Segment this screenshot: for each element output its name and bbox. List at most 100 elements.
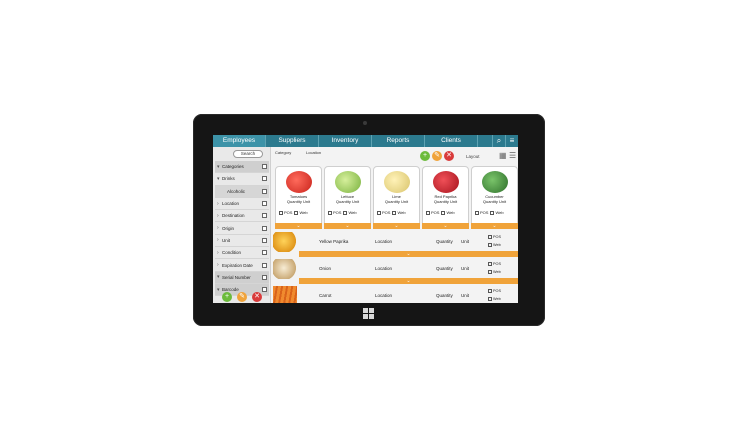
filter-label: Alcoholic (227, 188, 246, 194)
filter-label: Expiration Date (222, 262, 253, 268)
filter-label: Serial Number (222, 274, 251, 280)
filter-checkbox[interactable] (262, 188, 267, 194)
list-view-icon[interactable]: ☰ (509, 152, 517, 160)
pos-option[interactable]: POS (377, 210, 390, 215)
product-card[interactable]: Tomatoes Quantity Unit POS Web ⌄ (275, 166, 322, 229)
chevron-down-icon[interactable]: ⌄ (422, 223, 469, 229)
card-unit: Unit (302, 199, 311, 204)
tomatoes-image (286, 171, 312, 193)
menu-icon[interactable]: ≡ (505, 135, 518, 147)
filter-label: Categories (222, 164, 244, 170)
filter-unit[interactable]: › Unit (215, 235, 269, 248)
card-options: POS Web (328, 210, 357, 215)
list-item[interactable]: Onion Location Quantity Unit POS Web ⌄ (273, 259, 518, 285)
filter-location[interactable]: › Location (215, 198, 269, 211)
web-option[interactable]: Web (294, 210, 308, 215)
filter-checkbox[interactable] (262, 225, 267, 231)
row-quantity: Quantity (436, 239, 453, 244)
filter-categories[interactable]: ▾ Categories (215, 161, 269, 174)
card-quantity: Quantity (335, 199, 351, 204)
web-option[interactable]: Web (490, 210, 504, 215)
pos-option[interactable]: POS (475, 210, 488, 215)
card-qty-unit: Quantity Unit (276, 199, 321, 204)
filter-checkbox[interactable] (262, 213, 267, 219)
filter-checkbox[interactable] (262, 164, 267, 170)
card-quantity: Quantity (286, 199, 302, 204)
row-name: Carrot (319, 293, 332, 298)
pos-option[interactable]: POS (488, 233, 501, 241)
pos-option[interactable]: POS (488, 260, 501, 268)
web-option[interactable]: Web (343, 210, 357, 215)
filter-drinks[interactable]: ▾ Drinks (215, 173, 269, 186)
row-quantity: Quantity (436, 293, 453, 298)
filter-checkbox[interactable] (262, 201, 267, 207)
filter-alcoholic[interactable]: Alcoholic (215, 185, 269, 198)
cucumber-image (482, 171, 508, 193)
chevron-down-icon[interactable]: ⌄ (324, 223, 371, 229)
product-card[interactable]: Cucumber Quantity Unit POS Web ⌄ (471, 166, 518, 229)
filter-checkbox[interactable] (262, 250, 267, 256)
windows-logo-icon[interactable] (363, 308, 374, 319)
nav-clients[interactable]: Clients (425, 135, 478, 147)
chevron-down-icon[interactable]: ⌄ (275, 223, 322, 229)
card-options: POS Web (279, 210, 308, 215)
web-option[interactable]: Web (488, 241, 501, 249)
filter-checkbox[interactable] (262, 237, 267, 243)
filter-label: Condition (222, 250, 242, 256)
row-unit: Unit (461, 266, 470, 271)
grid-view-icon[interactable]: ▦ (499, 152, 507, 160)
nav-employees[interactable]: Employees (213, 135, 266, 147)
filter-destination[interactable]: › Destination (215, 210, 269, 223)
web-option[interactable]: Web (441, 210, 455, 215)
delete-icon[interactable]: ✕ (252, 291, 262, 302)
category-filter[interactable]: Category (275, 150, 291, 155)
edit-icon[interactable]: ✎ (237, 291, 247, 302)
chevron-down-icon[interactable]: ⌄ (299, 278, 518, 284)
product-card[interactable]: Lettuce Quantity Unit POS Web ⌄ (324, 166, 371, 229)
list-item[interactable]: Yellow Paprika Location Quantity Unit PO… (273, 232, 518, 258)
edit-button[interactable]: ✎ (432, 151, 442, 161)
product-card[interactable]: Red Paprika Quantity Unit POS Web ⌄ (422, 166, 469, 229)
pos-option[interactable]: POS (279, 210, 292, 215)
toolbar: Category Location + ✎ ✕ Layout ▦ ☰ (273, 148, 518, 164)
web-option[interactable]: Web (488, 268, 501, 276)
product-cards: Tomatoes Quantity Unit POS Web ⌄ Lettuce … (275, 166, 518, 229)
product-card[interactable]: Lime Quantity Unit POS Web ⌄ (373, 166, 420, 229)
add-button[interactable]: + (420, 151, 430, 161)
row-location: Location (375, 239, 393, 244)
card-unit: Unit (498, 199, 507, 204)
filter-checkbox[interactable] (262, 274, 267, 280)
pos-option[interactable]: POS (488, 287, 501, 295)
web-option[interactable]: Web (488, 295, 501, 303)
search-button[interactable]: Search (233, 150, 263, 158)
chevron-down-icon[interactable]: ⌄ (471, 223, 518, 229)
filter-checkbox[interactable] (262, 176, 267, 182)
filter-expiration-date[interactable]: › Expiration Date (215, 259, 269, 272)
filter-checkbox[interactable] (262, 262, 267, 268)
add-icon[interactable]: + (222, 291, 232, 302)
chevron-down-icon[interactable]: ⌄ (299, 251, 518, 257)
carrot-image (273, 286, 297, 303)
pos-option[interactable]: POS (328, 210, 341, 215)
pos-option[interactable]: POS (426, 210, 439, 215)
chevron-down-icon[interactable]: ⌄ (373, 223, 420, 229)
location-filter[interactable]: Location (306, 150, 321, 155)
filter-label: Destination (222, 213, 245, 219)
filter-condition[interactable]: › Condition (215, 247, 269, 260)
filter-label: Origin (222, 225, 235, 231)
nav-suppliers[interactable]: Suppliers (266, 135, 319, 147)
card-unit: Unit (449, 199, 458, 204)
onion-image (273, 259, 297, 279)
search-icon[interactable]: ⌕ (492, 135, 505, 147)
card-unit: Unit (400, 199, 409, 204)
web-option[interactable]: Web (392, 210, 406, 215)
delete-button[interactable]: ✕ (444, 151, 454, 161)
nav-inventory[interactable]: Inventory (319, 135, 372, 147)
filter-serial-number[interactable]: ▾ Serial Number (215, 271, 269, 284)
camera-dot (363, 121, 367, 125)
card-options: POS Web (475, 210, 504, 215)
card-options: POS Web (377, 210, 406, 215)
nav-reports[interactable]: Reports (372, 135, 425, 147)
filter-origin[interactable]: › Origin (215, 222, 269, 235)
list-item[interactable]: Carrot Location Quantity Unit POSWeb ⌄ (273, 286, 518, 303)
